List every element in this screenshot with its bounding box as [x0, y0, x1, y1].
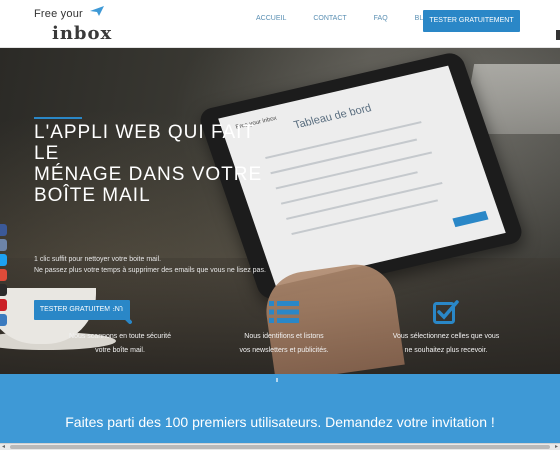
feature-select: Vous sélectionnez celles que vous ne sou… [366, 300, 526, 360]
invite-text: Faites parti des 100 premiers utilisateu… [65, 414, 495, 430]
hero-title-line: LE [34, 143, 60, 164]
feature-scan: Nous scannons en toute sécurité votre bo… [40, 300, 200, 360]
search-icon [109, 301, 132, 324]
corner-marker [556, 30, 560, 40]
hero-title-line: BOÎTE MAIL [34, 185, 151, 206]
feature-line: Vous sélectionnez celles que vous [392, 333, 500, 340]
feature-line: Nous identifions et listons [244, 333, 324, 340]
twitter-icon[interactable] [0, 254, 7, 266]
feature-line: vos newsletters et publicités. [239, 347, 329, 354]
scroll-right-icon[interactable]: ▸ [555, 444, 558, 450]
checkbox-icon [433, 300, 459, 324]
buffer-icon[interactable] [0, 284, 7, 296]
hero-section: Free your inbox Tableau de bord L'APPLI … [0, 48, 560, 374]
band-marker [276, 378, 278, 382]
paper-plane-icon [90, 6, 104, 16]
share-icon[interactable] [0, 314, 7, 326]
navbar: Free your inbox ACCUEIL CONTACT FAQ BLOG… [0, 0, 560, 48]
feature-text: Vous sélectionnez celles que vous ne sou… [366, 330, 526, 358]
nav-try-free-button[interactable]: TESTER GRATUITEMENT [423, 10, 520, 32]
nav-link-accueil[interactable]: ACCUEIL [256, 15, 286, 22]
scrollbar-thumb[interactable] [10, 445, 550, 449]
logo-text-top: Free your [34, 8, 83, 20]
feature-line: Nous scannons en toute sécurité [69, 333, 171, 340]
hero-subtitle-line: Ne passez plus votre temps à supprimer d… [34, 267, 266, 274]
print-icon[interactable] [0, 239, 7, 251]
hero-subtitle-line: 1 clic suffit pour nettoyer votre boite … [34, 256, 162, 263]
pinterest-icon[interactable] [0, 299, 7, 311]
feature-identify: Nous identifions et listons vos newslett… [204, 300, 364, 360]
hero-title: L'APPLI WEB QUI FAIT LE MÉNAGE DANS VOTR… [34, 122, 314, 206]
feature-line: ne souhaitez plus recevoir. [404, 347, 488, 354]
nav-link-faq[interactable]: FAQ [374, 15, 388, 22]
title-accent-bar [34, 117, 82, 119]
nav-link-contact[interactable]: CONTACT [313, 15, 346, 22]
scroll-left-icon[interactable]: ◂ [2, 444, 5, 450]
horizontal-scrollbar[interactable]: ◂ ▸ [0, 443, 560, 450]
list-icon [269, 301, 299, 323]
social-share-bar [0, 224, 7, 329]
google-plus-icon[interactable] [0, 269, 7, 281]
logo-text-bottom: inbox [52, 23, 113, 44]
hero-title-line: MÉNAGE DANS VOTRE [34, 164, 263, 185]
facebook-icon[interactable] [0, 224, 7, 236]
brand-logo[interactable]: Free your inbox [34, 6, 114, 44]
hero-subtitle: 1 clic suffit pour nettoyer votre boite … [34, 254, 266, 276]
feature-line: votre boîte mail. [95, 347, 145, 354]
tablet-action-button [452, 210, 489, 228]
feature-text: Nous identifions et listons vos newslett… [204, 330, 364, 358]
invite-band: Faites parti des 100 premiers utilisateu… [0, 374, 560, 450]
hero-title-line: L'APPLI WEB QUI FAIT [34, 122, 256, 143]
feature-text: Nous scannons en toute sécurité votre bo… [40, 330, 200, 358]
